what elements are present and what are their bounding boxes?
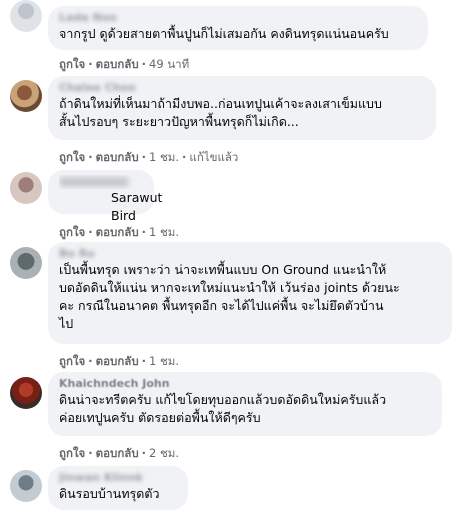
comment-timestamp[interactable]: 49 นาที	[149, 57, 189, 71]
comment-bubble: Jinwan Klinnk ดินรอบบ้านทรุดตัว	[48, 466, 188, 510]
comment-actions: ถูกใจ · ตอบกลับ · 1 ชม. · แก้ไขแล้ว	[59, 149, 238, 167]
comment-timestamp[interactable]: 1 ชม.	[149, 150, 179, 164]
comment-actions: ถูกใจ · ตอบกลับ · 1 ชม.	[59, 353, 179, 371]
like-link[interactable]: ถูกใจ	[59, 354, 85, 368]
separator: ·	[141, 225, 147, 239]
separator: ·	[88, 150, 93, 164]
comment-text: Sarawut Bird	[111, 190, 167, 223]
comment-bubble: Bo Ro เป็นพื้นทรุด เพราะว่า น่าจะเทพื้นแ…	[48, 242, 452, 344]
name-blur	[59, 177, 129, 187]
like-link[interactable]: ถูกใจ	[59, 225, 85, 239]
separator: ·	[88, 446, 93, 460]
edited-label[interactable]: แก้ไขแล้ว	[189, 150, 238, 164]
separator: ·	[88, 354, 93, 368]
comment-timestamp[interactable]: 2 ชม.	[149, 446, 179, 460]
reply-link[interactable]: ตอบกลับ	[96, 354, 139, 368]
separator: ·	[182, 150, 187, 164]
comment-text: ถ้าดินใหม่ที่เห็นมาถ้ามีงบพอ..ก่อนเทปูนเ…	[59, 96, 382, 129]
comment-text: ดินน่าจะทรีตครับ แก้ไขโดยทุบออกแล้วบดอัด…	[59, 392, 387, 425]
avatar[interactable]	[10, 377, 42, 409]
comment-text: ดินรอบบ้านทรุดตัว	[59, 486, 160, 501]
avatar[interactable]	[10, 172, 42, 204]
reply-link[interactable]: ตอบกลับ	[96, 225, 139, 239]
comment-bubble: Khaichndech John ดินน่าจะทรีตครับ แก้ไขโ…	[48, 372, 442, 436]
comment-author[interactable]: Bo Ro	[59, 247, 441, 261]
comment-author[interactable]: Lada Noo	[59, 11, 417, 25]
separator: ·	[141, 354, 147, 368]
reply-link[interactable]: ตอบกลับ	[96, 446, 139, 460]
reply-link[interactable]: ตอบกลับ	[96, 57, 139, 71]
comment-bubble: Sarawut Bird	[48, 170, 162, 223]
comment-author[interactable]	[59, 175, 143, 189]
comment-bubble: Chalee Choo ถ้าดินใหม่ที่เห็นมาถ้ามีงบพอ…	[48, 76, 436, 140]
separator: ·	[88, 57, 93, 71]
comment-author[interactable]: Chalee Choo	[59, 81, 425, 95]
separator: ·	[141, 57, 147, 71]
separator: ·	[88, 225, 93, 239]
like-link[interactable]: ถูกใจ	[59, 446, 85, 460]
comment-actions: ถูกใจ · ตอบกลับ · 2 ชม.	[59, 445, 179, 463]
comment-author[interactable]: Jinwan Klinnk	[59, 471, 177, 485]
reply-link[interactable]: ตอบกลับ	[96, 150, 139, 164]
comment-author[interactable]: Khaichndech John	[59, 377, 431, 391]
separator: ·	[141, 150, 147, 164]
like-link[interactable]: ถูกใจ	[59, 57, 85, 71]
comment-text: เป็นพื้นทรุด เพราะว่า น่าจะเทพื้นแบบ On …	[59, 262, 400, 331]
avatar[interactable]	[10, 247, 42, 279]
like-link[interactable]: ถูกใจ	[59, 150, 85, 164]
avatar[interactable]	[10, 0, 42, 32]
comment-text: จากรูป ดูด้วยสายตาพื้นปูนก็ไม่เสมอกัน คง…	[59, 26, 389, 41]
comment-timestamp[interactable]: 1 ชม.	[149, 354, 179, 368]
avatar[interactable]	[10, 80, 42, 112]
comment-actions: ถูกใจ · ตอบกลับ · 49 นาที	[59, 56, 189, 74]
avatar[interactable]	[10, 470, 42, 502]
comment-actions: ถูกใจ · ตอบกลับ · 1 ชม.	[59, 224, 179, 242]
comment-timestamp[interactable]: 1 ชม.	[149, 225, 179, 239]
separator: ·	[141, 446, 147, 460]
comment-bubble: Lada Noo จากรูป ดูด้วยสายตาพื้นปูนก็ไม่เ…	[48, 6, 428, 50]
